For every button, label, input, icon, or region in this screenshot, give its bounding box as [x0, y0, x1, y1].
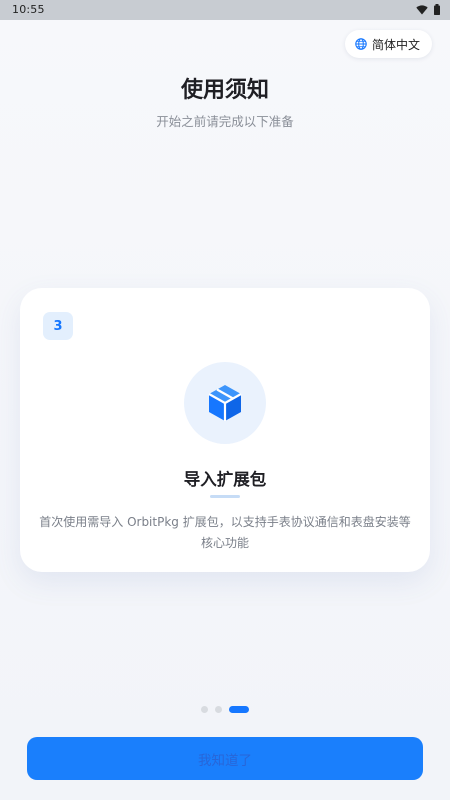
- status-icons: [416, 4, 440, 15]
- status-time: 10:55: [12, 3, 45, 16]
- acknowledge-button[interactable]: 我知道了: [27, 737, 423, 780]
- page-subtitle: 开始之前请完成以下准备: [156, 114, 294, 129]
- onboarding-card: 3 导入扩展包 首次使用需导入 OrbitPkg 扩展包，以支持手表协议通信和表…: [20, 288, 430, 572]
- page-dot-1[interactable]: [201, 706, 208, 713]
- wifi-icon: [416, 4, 428, 14]
- page-dot-3-active[interactable]: [229, 706, 249, 713]
- page-title: 使用须知: [180, 78, 269, 103]
- battery-icon: [434, 4, 440, 15]
- page-dot-2[interactable]: [215, 706, 222, 713]
- icon-circle: [184, 362, 266, 444]
- card-title: 导入扩展包: [183, 470, 267, 489]
- acknowledge-button-label: 我知道了: [198, 752, 252, 769]
- status-bar: 10:55: [0, 0, 450, 20]
- card-description: 首次使用需导入 OrbitPkg 扩展包，以支持手表协议通信和表盘安装等核心功能: [39, 515, 411, 550]
- card-divider: [210, 495, 240, 498]
- language-label: 简体中文: [371, 37, 420, 52]
- language-switch-button[interactable]: 简体中文: [344, 30, 432, 58]
- globe-icon: [355, 38, 367, 50]
- step-badge: 3: [43, 312, 73, 340]
- page-indicator: [0, 706, 450, 713]
- package-box-icon: [208, 385, 242, 421]
